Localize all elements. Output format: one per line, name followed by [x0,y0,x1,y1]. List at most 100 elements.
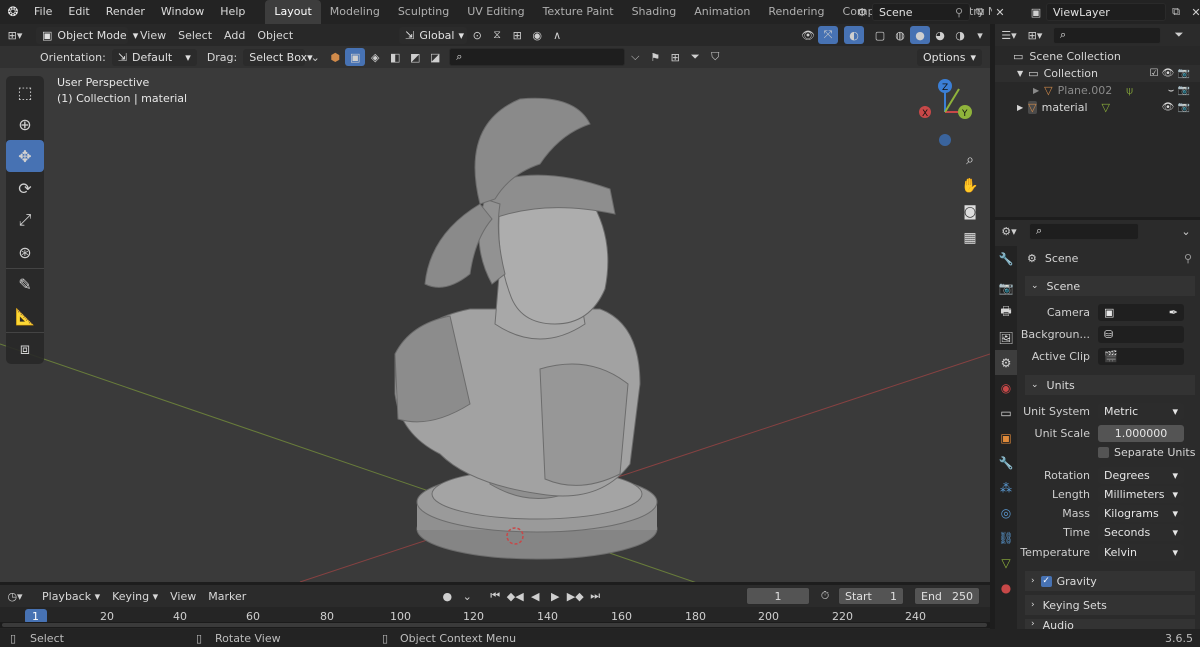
new-scene-icon[interactable]: ⧉ [970,3,990,21]
mass-dropdown[interactable]: Kilograms ▾ [1098,505,1184,522]
menu-file[interactable]: File [26,0,60,24]
tab-shading[interactable]: Shading [623,0,686,24]
navigation-gizmo[interactable]: Z Y X [915,79,977,149]
properties-editor-icon[interactable]: ⚙▾ [999,222,1019,240]
display-mode-icon[interactable]: ⊞▾ [1025,26,1045,44]
falloff-icon[interactable]: ∧ [547,26,567,44]
measure-tool-icon[interactable]: 📐 [6,300,44,332]
current-frame-field[interactable]: 1 [746,587,810,605]
mode-dropdown[interactable]: ▣ Object Mode ▾ [36,26,138,44]
select-box-tool-icon[interactable]: ⬚ [6,76,44,108]
tab-sculpting[interactable]: Sculpting [389,0,458,24]
collection-checkbox-icon[interactable]: ☑ [1150,68,1159,79]
render-tab-icon[interactable]: 📷 [995,275,1017,300]
snap-icon[interactable]: ⧖ [487,26,507,44]
menu-window[interactable]: Window [153,0,212,24]
timeline-scrollbar-thumb[interactable] [2,623,987,627]
timeline-editor-icon[interactable]: ◷▾ [0,587,30,605]
menu-edit[interactable]: Edit [60,0,97,24]
annotate-tool-icon[interactable]: ✎ [6,268,44,300]
separate-units-box[interactable] [1098,447,1109,458]
editor-type-icon[interactable]: ⊞▾ [0,26,30,44]
eyedropper-icon[interactable]: ✒ [1169,306,1178,319]
stopwatch-icon[interactable]: ⏱ [815,587,835,605]
properties-options-icon[interactable]: ⌄ [1176,222,1196,240]
scene-name-field[interactable]: Scene ⚲ [872,3,970,21]
view-layer-tab-icon[interactable]: 🖼 [995,325,1017,350]
outliner-row-collection[interactable]: ▼ ▭ Collection ☑ 👁 📷 [995,65,1200,82]
plane-eye-icon[interactable]: ⌣ [1168,85,1175,96]
grid-view-icon[interactable]: ▦ [958,226,982,250]
keying-sets-section-header[interactable]: › Keying Sets [1025,595,1195,615]
shading-options-icon[interactable]: ▾ [970,26,990,44]
jump-end-icon[interactable]: ⏭ [585,587,605,605]
properties-search-input[interactable]: ⌕ [1029,222,1139,240]
gravity-section-header[interactable]: › ✓ Gravity [1025,571,1195,591]
temperature-dropdown[interactable]: Kelvin ▾ [1098,544,1184,561]
constraints-tab-icon[interactable]: ⛓ [995,525,1017,550]
options-dropdown[interactable]: Options ▾ [917,48,982,66]
material-camera-icon[interactable]: 📷 [1178,102,1190,113]
background-field[interactable]: ⛁ [1098,326,1184,343]
scene-section-header[interactable]: ⌄ Scene [1025,276,1195,296]
unit-scale-field[interactable]: 1.000000 [1098,425,1184,442]
tab-rendering[interactable]: Rendering [759,0,833,24]
plane-camera-icon[interactable]: 📷 [1178,85,1190,96]
next-keyframe-icon[interactable]: ▶◆ [565,587,585,605]
viewlayer-field[interactable]: ViewLayer [1046,3,1166,21]
outliner-row-plane[interactable]: ▶ ▽ Plane.002 ⍦ ⌣ 📷 [995,82,1200,99]
transform-tool-icon[interactable]: ⊛ [6,236,44,268]
select-mode-intersect-icon[interactable]: ◪ [425,48,445,66]
material-eye-icon[interactable]: 👁 [1162,102,1175,113]
record-options-icon[interactable]: ⌄ [457,587,477,605]
active-clip-field[interactable]: 🎬 [1098,348,1184,365]
material-tab-icon[interactable]: ● [995,575,1017,600]
pin-icon[interactable]: ⚲ [955,6,963,19]
xray-icon[interactable]: ▢ [870,26,890,44]
gravity-checkbox[interactable]: ✓ [1040,575,1052,587]
outliner-filter-icon[interactable]: ⏷ [1169,26,1189,44]
tab-layout[interactable]: Layout [265,0,321,24]
viewlayer-icon[interactable]: ▣ [1026,3,1046,21]
physics-tab-icon[interactable]: ◎ [995,500,1017,525]
collection-tab-icon[interactable]: ▭ [995,400,1017,425]
wireframe-shading-icon[interactable]: ◍ [890,26,910,44]
outliner-row-material[interactable]: ▶ ▽ material ▽ 👁 📷 [995,99,1200,116]
move-tool-icon[interactable]: ✥ [6,140,44,172]
viewport-search-input[interactable]: ⌕ [449,48,626,66]
time-dropdown[interactable]: Seconds ▾ [1098,524,1184,541]
world-tab-icon[interactable]: ◉ [995,375,1017,400]
shield-icon[interactable]: ⛉ [705,48,725,66]
camera-field[interactable]: ▣ ✒ [1098,304,1184,321]
solid-shading-icon[interactable]: ● [910,26,930,44]
menu-view[interactable]: View [134,29,172,42]
chevron-down-icon[interactable]: ⌄ [305,48,325,66]
particles-tab-icon[interactable]: ⁂ [995,475,1017,500]
timeline-menu-view[interactable]: View [164,590,202,603]
jump-start-icon[interactable]: ⏮ [485,587,505,605]
timeline-menu-playback[interactable]: Playback ▾ [36,590,106,603]
visibility-icon[interactable]: 👁 [798,26,818,44]
filter-icon[interactable]: ⏷ [685,48,705,66]
rotate-tool-icon[interactable]: ⟳ [6,172,44,204]
collection-eye-icon[interactable]: 👁 [1162,68,1175,79]
timeline-menu-marker[interactable]: Marker [202,590,252,603]
timeline-scrollbar[interactable] [0,622,990,628]
play-reverse-icon[interactable]: ◀ [525,587,545,605]
pivot-icon[interactable]: ⊙ [467,26,487,44]
data-tab-icon[interactable]: ▽ [995,550,1017,575]
blender-logo-icon[interactable]: ❂ [0,5,26,20]
rendered-shading-icon[interactable]: ◑ [950,26,970,44]
add-cube-tool-icon[interactable]: ⧈ [6,332,44,364]
new-viewlayer-icon[interactable]: ⧉ [1166,3,1186,21]
grid-options-icon[interactable]: ⊞ [665,48,685,66]
end-frame-field[interactable]: End 250 [914,587,980,605]
tool-orientation-dropdown[interactable]: ⇲ Default ▾ [111,48,197,66]
zoom-icon[interactable]: ⌕ [958,148,982,172]
menu-render[interactable]: Render [98,0,153,24]
delete-viewlayer-icon[interactable]: ✕ [1186,3,1200,21]
orientation-dropdown[interactable]: ⇲ Global ▾ [399,26,468,44]
object-tab-icon[interactable]: ▣ [995,425,1017,450]
select-mode-subtract-icon[interactable]: ◧ [385,48,405,66]
material-shading-icon[interactable]: ◕ [930,26,950,44]
